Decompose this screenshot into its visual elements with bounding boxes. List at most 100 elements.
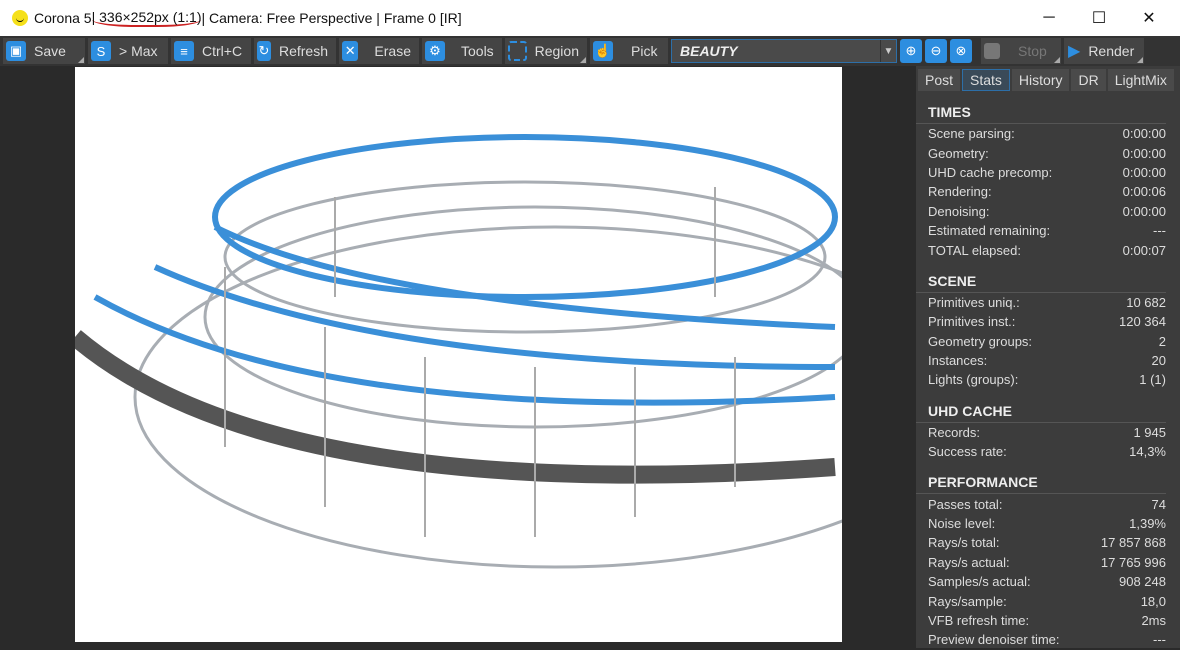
max-logo-icon: S [91,41,111,61]
tab-stats[interactable]: Stats [962,69,1010,91]
section-header: PERFORMANCE [916,461,1166,495]
tab-dr[interactable]: DR [1071,69,1106,91]
stat-row: Success rate: 14,3% [916,442,1180,461]
title-app: Corona 5 [34,10,92,26]
stat-label: Estimated remaining: [928,223,1051,239]
region-label: Region [534,43,579,59]
stat-row: Primitives uniq.: 10 682 [916,293,1180,312]
floppy-icon: ▣ [6,41,26,61]
stat-value: 0:00:00 [1122,164,1166,180]
stat-value: 1 (1) [1139,372,1166,388]
stats-list: TIMES Scene parsing: 0:00:00 Geometry: 0:00:… [916,91,1180,650]
stat-label: Records: [928,424,981,440]
hand-pointer-icon: ☝ [593,41,613,61]
copy-label: Ctrl+C [202,43,243,59]
stat-label: UHD cache precomp: [928,164,1053,180]
copy-button[interactable]: ≡ Ctrl+C [171,38,251,64]
stat-row: TOTAL elapsed: 0:00:07 [916,240,1180,259]
stat-row: Primitives inst.: 120 364 [916,312,1180,331]
stat-row: Rendering: 0:00:06 [916,182,1180,201]
gear-icon: ⚙ [425,41,445,61]
stat-label: Instances: [928,353,988,369]
play-icon: ▶ [1068,43,1081,60]
tools-label: Tools [461,43,494,59]
save-button[interactable]: ▣ Save [3,38,85,64]
region-icon [508,41,527,61]
stat-label: VFB refresh time: [928,613,1030,628]
save-label: Save [34,43,66,59]
stat-value: 2 [1158,333,1166,349]
stop-button[interactable]: Stop [981,38,1061,64]
stat-value: 74 [1151,496,1166,512]
stat-label: Rays/sample: [928,593,1007,609]
stat-row: Rays/s total: 17 857 868 [916,533,1180,552]
minimize-button[interactable]: ─ [1024,0,1074,36]
stat-value: 0:00:00 [1122,145,1166,161]
tools-button[interactable]: ⚙ Tools [422,38,502,64]
stat-row: UHD cache precomp: 0:00:00 [916,163,1180,182]
stat-row: Rays/sample: 18,0 [916,591,1180,610]
tab-lightmix[interactable]: LightMix [1107,69,1174,91]
channel-select[interactable]: BEAUTY ▼ [671,39,897,63]
render-button[interactable]: ▶ Render [1064,38,1144,64]
dropdown-corner-icon [1054,57,1060,63]
stat-label: Denoising: [928,203,990,219]
stat-value: 10 682 [1126,294,1166,310]
pick-label: Pick [631,43,658,59]
pick-button[interactable]: ☝ Pick [590,38,668,64]
stat-label: Rays/s actual: [928,554,1010,570]
title-resolution: 336×252px (1:1) [95,9,202,25]
stat-row: Geometry groups: 2 [916,332,1180,351]
stat-value: 0:00:00 [1122,126,1166,142]
stat-row: Records: 1 945 [916,423,1180,442]
stat-label: Success rate: [928,444,1007,460]
title-camera-frame: | Camera: Free Perspective | Frame 0 [IR… [201,10,462,26]
refresh-label: Refresh [278,43,328,59]
close-button[interactable]: ✕ [1124,0,1174,36]
max-button[interactable]: S > Max [88,38,168,64]
dropdown-corner-icon [580,57,586,63]
zoom-reset-button[interactable]: ⊗ [950,39,972,63]
channel-value: BEAUTY [680,43,738,59]
refresh-button[interactable]: ↻ Refresh [254,38,336,64]
panel-tabs: Post Stats History DR LightMix [916,66,1180,91]
stat-label: Passes total: [928,496,1003,512]
stop-square-icon [984,43,1000,59]
stat-row: Noise level: 1,39% [916,514,1180,533]
erase-x-icon: ✕ [342,41,359,61]
stat-value: 2ms [1141,613,1166,628]
section-header: TIMES [916,91,1166,124]
stat-value: 14,3% [1129,444,1166,460]
stat-value: 1 945 [1133,424,1166,440]
stat-value: 17 857 868 [1100,535,1166,551]
clipboard-icon: ≡ [174,41,194,61]
stat-label: Rays/s total: [928,535,1000,551]
stat-value: 908 248 [1119,574,1166,590]
region-button[interactable]: Region [505,38,587,64]
tab-history[interactable]: History [1011,69,1070,91]
toolbar: ▣ Save S > Max ≡ Ctrl+C ↻ Refresh ✕ Erase ⚙ To… [0,36,1180,66]
stat-row: Scene parsing: 0:00:00 [916,124,1180,143]
maximize-button[interactable]: ☐ [1074,0,1124,36]
render-viewport[interactable] [0,66,916,648]
zoom-out-button[interactable]: ⊖ [925,39,947,63]
stat-row: Denoising: 0:00:00 [916,202,1180,221]
stat-row: Samples/s actual: 908 248 [916,572,1180,591]
erase-label: Erase [374,43,411,59]
erase-button[interactable]: ✕ Erase [339,38,419,64]
stat-label: Preview denoiser time: [928,632,1060,648]
title-resolution-underlined: | 336×252px (1:1) [91,9,202,27]
stat-value: 0:00:00 [1122,203,1166,219]
stat-row: VFB refresh time: 2ms [916,611,1180,630]
tab-post[interactable]: Post [918,69,961,91]
stat-label: Noise level: [928,516,996,532]
stats-panel: Post Stats History DR LightMix TIMES Scen… [916,66,1180,648]
stat-value: --- [1153,632,1166,648]
stat-row: Estimated remaining: --- [916,221,1180,240]
corona-smiley-icon [12,10,28,26]
stat-label: Primitives uniq.: [928,294,1020,310]
zoom-in-button[interactable]: ⊕ [900,39,922,63]
stat-value: 17 765 996 [1100,554,1166,570]
stat-value: 0:00:07 [1122,242,1166,258]
dropdown-corner-icon [78,57,84,63]
